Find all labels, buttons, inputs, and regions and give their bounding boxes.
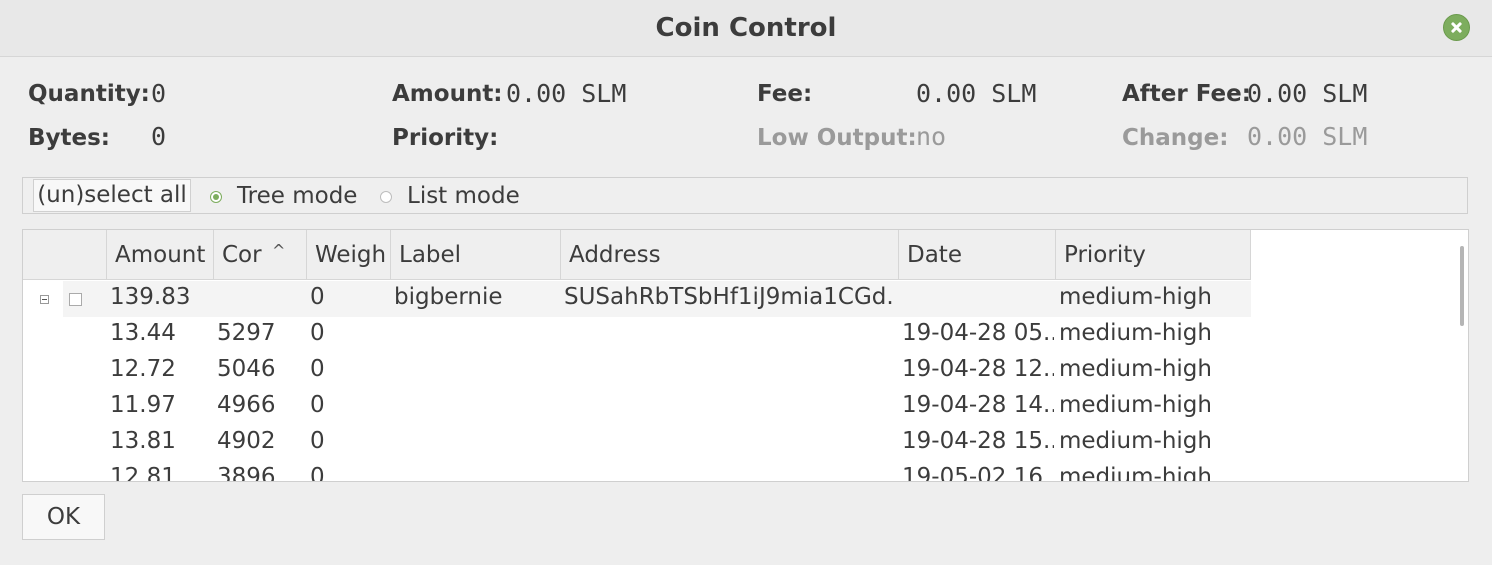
column-header-label[interactable]: Label <box>391 230 561 280</box>
cell-amount: 12.72 <box>110 356 176 382</box>
fee-label: Fee: <box>757 81 813 107</box>
row-checkbox[interactable] <box>69 293 82 306</box>
cell-date: 19-04-28 05... <box>902 320 1054 346</box>
cell-amount: 13.81 <box>110 428 176 454</box>
cell-weight: 0 <box>310 284 325 310</box>
column-header-amount[interactable]: Amount <box>107 230 214 280</box>
bytes-label: Bytes: <box>28 125 111 151</box>
cell-date: 19-05-02 16... <box>902 464 1054 482</box>
cell-confirmations: 4966 <box>217 392 276 418</box>
table-row[interactable]: 13.81 4902 0 19-04-28 15... medium-high <box>23 425 1455 461</box>
cell-confirmations: 5046 <box>217 356 276 382</box>
quantity-label: Quantity: <box>28 81 150 107</box>
table-row[interactable]: 12.72 5046 0 19-04-28 12... medium-high <box>23 353 1455 389</box>
table-row[interactable]: 13.44 5297 0 19-04-28 05... medium-high <box>23 317 1455 353</box>
window-title: Coin Control <box>655 13 837 43</box>
cell-weight: 0 <box>310 320 325 346</box>
cell-address: SUSahRbTSbHf1iJ9mia1CGd... <box>564 284 896 310</box>
cell-amount: 11.97 <box>110 392 176 418</box>
mode-toolbar: (un)select all Tree mode List mode <box>22 177 1468 214</box>
cell-priority: medium-high <box>1059 320 1212 346</box>
change-label: Change: <box>1122 125 1229 151</box>
cell-confirmations: 5297 <box>217 320 276 346</box>
ok-button[interactable]: OK <box>22 494 105 540</box>
vertical-scrollbar[interactable] <box>1454 230 1468 481</box>
cell-weight: 0 <box>310 464 325 482</box>
after-fee-label: After Fee: <box>1122 81 1251 107</box>
column-header-date[interactable]: Date <box>899 230 1056 280</box>
tree-mode-radio[interactable] <box>210 191 222 203</box>
fee-value: 0.00 SLM <box>916 79 1037 108</box>
column-header-confirmations[interactable]: Cor ^ <box>214 230 307 280</box>
coins-table: Amount Cor ^ Weigh Label Address Date Pri… <box>22 229 1469 482</box>
after-fee-value: 0.00 SLM <box>1247 79 1368 108</box>
list-mode-label[interactable]: List mode <box>407 183 520 209</box>
low-output-label: Low Output: <box>757 125 917 151</box>
cell-priority: medium-high <box>1059 356 1212 382</box>
cell-priority: medium-high <box>1059 464 1212 482</box>
cell-weight: 0 <box>310 392 325 418</box>
cell-amount: 13.44 <box>110 320 176 346</box>
cell-amount: 12.81 <box>110 464 176 482</box>
column-header-weight[interactable]: Weigh <box>307 230 391 280</box>
cell-priority: medium-high <box>1059 392 1212 418</box>
column-header-priority[interactable]: Priority <box>1056 230 1251 280</box>
cell-weight: 0 <box>310 428 325 454</box>
amount-label: Amount: <box>392 81 503 107</box>
cell-priority: medium-high <box>1059 284 1212 310</box>
cell-amount: 139.83 <box>110 284 191 310</box>
cell-confirmations: 4902 <box>217 428 276 454</box>
table-row[interactable]: 11.97 4966 0 19-04-28 14... medium-high <box>23 389 1455 425</box>
list-mode-radio[interactable] <box>380 191 392 203</box>
unselect-all-button[interactable]: (un)select all <box>33 179 191 212</box>
cell-weight: 0 <box>310 356 325 382</box>
amount-value: 0.00 SLM <box>506 79 627 108</box>
priority-label: Priority: <box>392 125 499 151</box>
close-icon[interactable] <box>1443 14 1470 41</box>
sort-ascending-icon: ^ <box>272 241 286 260</box>
low-output-value: no <box>916 122 947 151</box>
table-row[interactable]: 139.83 0 bigbernie SUSahRbTSbHf1iJ9mia1C… <box>23 281 1455 317</box>
cell-label: bigbernie <box>394 284 503 310</box>
cell-confirmations: 3896 <box>217 464 276 482</box>
bytes-value: 0 <box>151 122 167 151</box>
cell-date: 19-04-28 12... <box>902 356 1054 382</box>
cell-priority: medium-high <box>1059 428 1212 454</box>
cell-date: 19-04-28 14... <box>902 392 1054 418</box>
cell-date: 19-04-28 15... <box>902 428 1054 454</box>
tree-mode-label[interactable]: Tree mode <box>237 183 357 209</box>
change-value: 0.00 SLM <box>1247 122 1368 151</box>
table-row[interactable]: 12.81 3896 0 19-05-02 16... medium-high <box>23 461 1455 482</box>
column-header-select[interactable] <box>23 230 107 280</box>
column-header-address[interactable]: Address <box>561 230 899 280</box>
column-header-confirmations-label: Cor <box>222 242 262 268</box>
quantity-value: 0 <box>151 79 167 108</box>
collapse-icon[interactable] <box>40 295 49 304</box>
scrollbar-thumb[interactable] <box>1460 246 1464 326</box>
title-bar: Coin Control <box>0 0 1492 57</box>
